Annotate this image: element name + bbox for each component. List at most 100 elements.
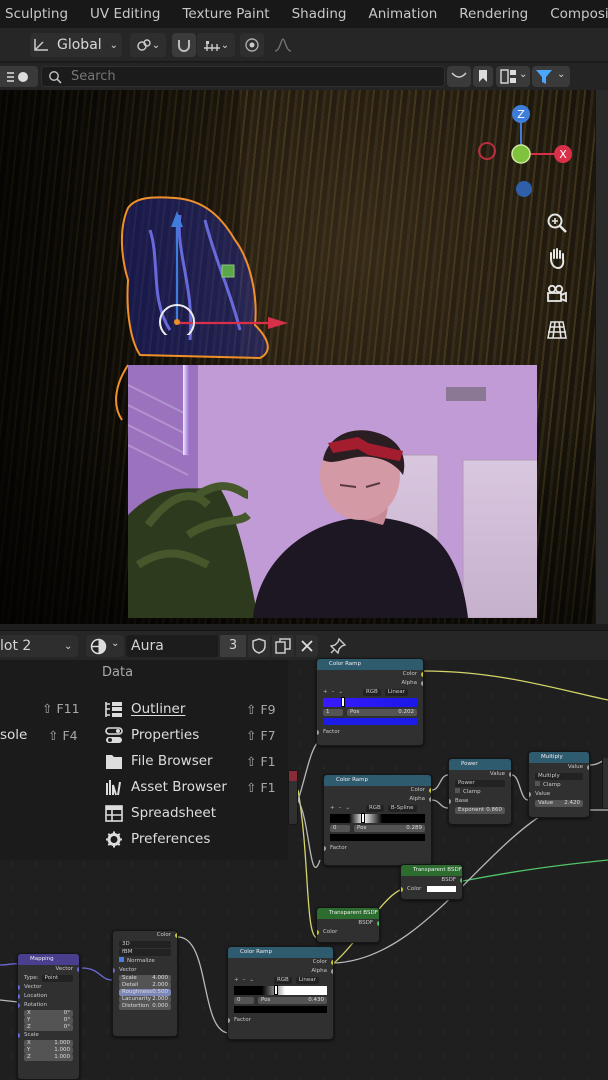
stop-index-field[interactable]: 0	[330, 825, 350, 832]
menu-item-spreadsheet[interactable]: Spreadsheet	[100, 802, 286, 824]
color-ramp-gradient[interactable]	[234, 985, 327, 995]
partial-node-right[interactable]	[602, 758, 608, 808]
socket-vector-out[interactable]: Vector	[18, 965, 79, 974]
socket-dot[interactable]	[401, 887, 403, 892]
color-ramp-gradient[interactable]	[323, 697, 417, 707]
socket-color-in[interactable]: Color	[317, 928, 379, 937]
stop-index-field[interactable]: 0	[234, 997, 254, 1004]
clamp-checkbox[interactable]: Clamp	[529, 781, 589, 790]
scale-y-field[interactable]: Y 1.000	[24, 1047, 73, 1054]
clamp-checkbox[interactable]: Clamp	[449, 788, 511, 797]
color-mode-dropdown[interactable]: RGB	[365, 805, 384, 812]
transparent-bsdf-node-1[interactable]: Transparent BSDF BSDF Color	[400, 864, 463, 900]
socket-base-in[interactable]: Base	[449, 797, 511, 806]
remove-stop-button[interactable]: –	[243, 976, 246, 985]
socket-dot[interactable]	[331, 960, 333, 965]
mapping-type-dropdown[interactable]: Point	[41, 975, 73, 982]
socket-dot[interactable]	[18, 985, 20, 990]
socket-value-out[interactable]: Value	[449, 770, 511, 779]
socket-vector-in[interactable]: Vector	[18, 983, 79, 992]
socket-dot[interactable]	[429, 788, 431, 793]
noise-texture-node[interactable]: Color 3D fBM Normalize Vector Scale 4.000…	[112, 930, 178, 1037]
stop-color-swatch[interactable]	[323, 718, 417, 725]
rotation-x-field[interactable]: X 0°	[24, 1010, 73, 1017]
noise-type-dropdown[interactable]: fBM	[119, 949, 171, 956]
socket-dot[interactable]	[324, 846, 326, 851]
menu-item-file-browser[interactable]: File Browser ⇧ F1	[100, 750, 286, 772]
socket-dot[interactable]	[175, 933, 177, 938]
color-ramp-node-3[interactable]: Color Ramp Color Alpha + – ⌄ RGB Linear 0 Pos…	[227, 946, 334, 1040]
socket-value-out[interactable]: Value	[529, 763, 589, 772]
stop-color-swatch[interactable]	[330, 834, 425, 841]
socket-dot[interactable]	[18, 1033, 20, 1038]
socket-color-out[interactable]: Color	[113, 931, 177, 940]
color-ramp-node-2[interactable]: Color Ramp Color Alpha + – ⌄ RGB B-Spline 0P…	[323, 774, 432, 866]
operation-dropdown[interactable]: Power	[455, 780, 505, 787]
color-swatch[interactable]	[427, 886, 456, 892]
socket-dot[interactable]	[421, 681, 423, 686]
socket-dot[interactable]	[449, 799, 451, 804]
value-field[interactable]: Value 2.420	[535, 800, 583, 807]
multiply-math-node[interactable]: Multiply Value Multiply Clamp Value Valu…	[528, 751, 590, 818]
rotation-y-field[interactable]: Y 0°	[24, 1017, 73, 1024]
socket-rotation-in[interactable]: Rotation	[18, 1001, 79, 1010]
distortion-field[interactable]: Distortion 0.000	[119, 1003, 171, 1010]
add-stop-button[interactable]: +	[323, 688, 328, 697]
chevron-down-icon[interactable]: ⌄	[249, 976, 254, 985]
socket-color-out[interactable]: Color	[228, 958, 333, 967]
socket-dot[interactable]	[429, 797, 431, 802]
socket-dot[interactable]	[18, 994, 20, 999]
power-math-node[interactable]: Power Value Power Clamp Base Exponent 0.8…	[448, 758, 512, 825]
socket-value-in[interactable]: Value	[529, 790, 589, 799]
menu-left-item-2[interactable]: sole ⇧ F4	[0, 724, 90, 746]
socket-factor-in[interactable]: Factor	[228, 1016, 333, 1025]
socket-dot[interactable]	[331, 969, 333, 974]
chevron-down-icon[interactable]: ⌄	[338, 688, 343, 697]
socket-color-out[interactable]: Color	[324, 786, 431, 795]
socket-alpha-out[interactable]: Alpha	[317, 679, 423, 688]
socket-dot[interactable]	[317, 730, 319, 735]
socket-dot[interactable]	[509, 772, 511, 777]
add-stop-button[interactable]: +	[330, 804, 335, 813]
socket-dot[interactable]	[377, 921, 379, 926]
partial-node[interactable]	[288, 770, 298, 825]
exponent-field[interactable]: Exponent 0.860	[455, 807, 505, 814]
stop-index-field[interactable]: 1	[323, 709, 343, 716]
lacunarity-field[interactable]: Lacunarity 2.000	[119, 996, 171, 1003]
socket-dot[interactable]	[18, 1003, 20, 1008]
interpolation-dropdown[interactable]: Linear	[384, 689, 408, 696]
socket-color-in[interactable]: Color	[401, 885, 462, 894]
socket-alpha-out[interactable]: Alpha	[324, 795, 431, 804]
scale-z-field[interactable]: Z 1.000	[24, 1054, 73, 1061]
add-stop-button[interactable]: +	[234, 976, 239, 985]
rotation-z-field[interactable]: Z 0°	[24, 1024, 73, 1031]
menu-item-asset-browser[interactable]: Asset Browser ⇧ F1	[100, 776, 286, 798]
mapping-node[interactable]: Mapping Vector Type: Point Vector Locatio…	[17, 953, 80, 1080]
menu-item-preferences[interactable]: Preferences	[100, 828, 286, 850]
stop-color-swatch[interactable]	[234, 1006, 327, 1013]
socket-factor-in[interactable]: Factor	[317, 728, 423, 737]
remove-stop-button[interactable]: –	[339, 804, 342, 813]
menu-item-properties[interactable]: Properties ⇧ F7	[100, 724, 286, 746]
socket-alpha-out[interactable]: Alpha	[228, 967, 333, 976]
socket-dot[interactable]	[113, 968, 115, 973]
socket-dot[interactable]	[228, 1018, 230, 1023]
socket-bsdf-out[interactable]: BSDF	[401, 876, 462, 885]
ramp-stop-handle[interactable]	[361, 813, 366, 823]
operation-dropdown[interactable]: Multiply	[535, 773, 583, 780]
dimensions-dropdown[interactable]: 3D	[119, 941, 171, 948]
menu-left-item-1[interactable]: ⇧ F11	[0, 698, 90, 720]
chevron-down-icon[interactable]: ⌄	[345, 804, 350, 813]
ramp-stop-handle[interactable]	[273, 985, 278, 995]
roughness-field[interactable]: Roughness 0.500	[119, 989, 171, 996]
socket-scale-in[interactable]: Scale	[18, 1031, 79, 1040]
socket-vector-in[interactable]: Vector	[113, 966, 177, 975]
stop-position-field[interactable]: Pos 0.430	[258, 997, 327, 1004]
socket-dot[interactable]	[317, 930, 319, 935]
stop-position-field[interactable]: Pos 0.289	[354, 825, 425, 832]
ramp-stop-handle[interactable]	[340, 697, 345, 707]
menu-item-outliner[interactable]: Outliner ⇧ F9	[100, 698, 286, 720]
transparent-bsdf-node-2[interactable]: Transparent BSDF BSDF Color	[316, 907, 380, 943]
interpolation-dropdown[interactable]: Linear	[295, 977, 319, 984]
scale-field[interactable]: Scale 4.000	[119, 975, 171, 982]
